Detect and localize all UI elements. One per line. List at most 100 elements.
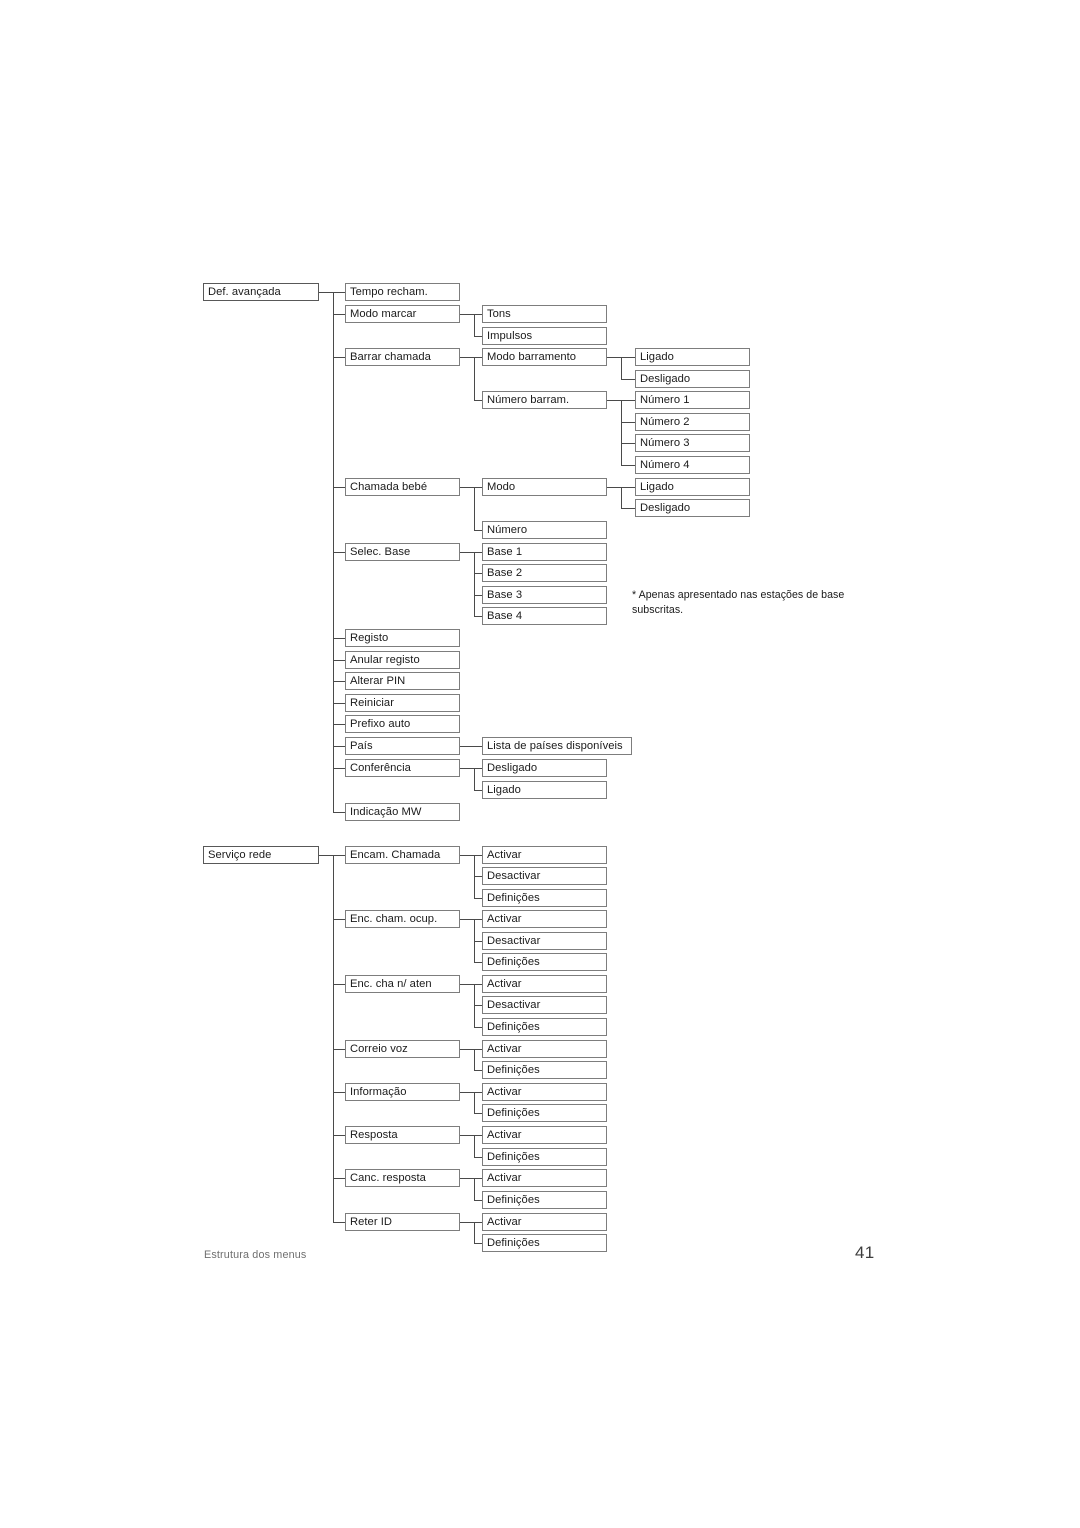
menu-node-cb-desligado: Desligado <box>635 499 750 517</box>
menu-node-numero-3: Número 3 <box>635 434 750 452</box>
menu-node-alterar-pin: Alterar PIN <box>345 672 460 690</box>
connector-horizontal <box>474 486 482 489</box>
menu-node-eco-activar: Activar <box>482 910 607 928</box>
connector-horizontal <box>333 1177 345 1180</box>
menu-node-informacao: Informação <box>345 1083 460 1101</box>
menu-node-encam-chamada: Encam. Chamada <box>345 846 460 864</box>
menu-node-ec-activar: Activar <box>482 846 607 864</box>
connector-horizontal <box>474 1004 482 1007</box>
connector-horizontal <box>474 854 482 857</box>
menu-node-eco-definicoes: Definições <box>482 953 607 971</box>
connector-horizontal <box>474 745 482 748</box>
connector-vertical <box>474 767 476 790</box>
connector-horizontal <box>460 983 474 986</box>
connector-vertical <box>474 313 476 336</box>
connector-horizontal <box>621 356 635 359</box>
menu-node-reter-id: Reter ID <box>345 1213 460 1231</box>
connector-vertical <box>474 1221 476 1243</box>
menu-node-root: Serviço rede <box>203 846 319 864</box>
connector-horizontal <box>460 1221 474 1224</box>
connector-horizontal <box>474 1177 482 1180</box>
connector-horizontal <box>474 529 482 532</box>
menu-node-base-1: Base 1 <box>482 543 607 561</box>
menu-node-registo: Registo <box>345 629 460 647</box>
menu-node-res-definicoes: Definições <box>482 1148 607 1166</box>
connector-vertical <box>474 1091 476 1113</box>
menu-node-ecn-desactivar: Desactivar <box>482 996 607 1014</box>
connector-horizontal <box>333 680 345 683</box>
menu-node-enc-cham-ocup: Enc. cham. ocup. <box>345 910 460 928</box>
menu-node-ecn-definicoes: Definições <box>482 1018 607 1036</box>
menu-node-mb-ligado: Ligado <box>635 348 750 366</box>
connector-horizontal <box>333 702 345 705</box>
connector-horizontal <box>621 378 635 381</box>
menu-node-cv-activar: Activar <box>482 1040 607 1058</box>
connector-horizontal <box>474 594 482 597</box>
connector-horizontal <box>474 1156 482 1159</box>
connector-horizontal <box>607 356 621 359</box>
menu-node-anular-registo: Anular registo <box>345 651 460 669</box>
menu-node-base-4: Base 4 <box>482 607 607 625</box>
menu-node-modo-barramento: Modo barramento <box>482 348 607 366</box>
menu-node-resposta: Resposta <box>345 1126 460 1144</box>
menu-node-base-3: Base 3 <box>482 586 607 604</box>
connector-vertical <box>474 551 476 616</box>
connector-horizontal <box>474 1242 482 1245</box>
connector-horizontal <box>474 1069 482 1072</box>
menu-node-ec-desactivar: Desactivar <box>482 867 607 885</box>
menu-node-indicacao-mw: Indicação MW <box>345 803 460 821</box>
menu-node-ri-definicoes: Definições <box>482 1234 607 1252</box>
connector-horizontal <box>474 1134 482 1137</box>
menu-node-chamada-bebe: Chamada bebé <box>345 478 460 496</box>
menu-node-cr-activar: Activar <box>482 1169 607 1187</box>
connector-horizontal <box>460 356 474 359</box>
menu-node-selec-base: Selec. Base <box>345 543 460 561</box>
connector-horizontal <box>621 421 635 424</box>
menu-node-numero-barram: Número barram. <box>482 391 607 409</box>
connector-horizontal <box>474 983 482 986</box>
connector-horizontal <box>474 1221 482 1224</box>
connector-horizontal <box>460 1177 474 1180</box>
menu-node-enc-cha-n-aten: Enc. cha n/ aten <box>345 975 460 993</box>
connector-horizontal <box>333 811 345 814</box>
connector-horizontal <box>460 1134 474 1137</box>
connector-horizontal <box>460 1048 474 1051</box>
connector-horizontal <box>460 551 474 554</box>
connector-horizontal <box>474 961 482 964</box>
connector-horizontal <box>460 767 474 770</box>
connector-horizontal <box>474 551 482 554</box>
menu-node-numero-4: Número 4 <box>635 456 750 474</box>
connector-horizontal <box>460 313 474 316</box>
connector-horizontal <box>474 572 482 575</box>
menu-node-lista-paises: Lista de países disponíveis <box>482 737 632 755</box>
footer-section-label: Estrutura dos menus <box>204 1249 307 1261</box>
connector-horizontal <box>333 551 345 554</box>
menu-node-prefixo-auto: Prefixo auto <box>345 715 460 733</box>
menu-node-numero-2: Número 2 <box>635 413 750 431</box>
connector-horizontal <box>474 356 482 359</box>
connector-horizontal <box>319 291 333 294</box>
menu-node-correio-voz: Correio voz <box>345 1040 460 1058</box>
menu-node-numero-1: Número 1 <box>635 391 750 409</box>
connector-horizontal <box>333 486 345 489</box>
menu-node-mb-desligado: Desligado <box>635 370 750 388</box>
connector-horizontal <box>621 464 635 467</box>
connector-horizontal <box>333 723 345 726</box>
connector-vertical <box>474 1048 476 1070</box>
connector-vertical <box>474 1134 476 1157</box>
menu-node-canc-resposta: Canc. resposta <box>345 1169 460 1187</box>
menu-node-barrar-chamada: Barrar chamada <box>345 348 460 366</box>
menu-node-tons: Tons <box>482 305 607 323</box>
connector-horizontal <box>474 1026 482 1029</box>
menu-node-conf-ligado: Ligado <box>482 781 607 799</box>
connector-horizontal <box>333 854 345 857</box>
menu-node-modo-marcar: Modo marcar <box>345 305 460 323</box>
menu-node-cb-ligado: Ligado <box>635 478 750 496</box>
connector-horizontal <box>460 486 474 489</box>
connector-horizontal <box>333 983 345 986</box>
connector-horizontal <box>474 789 482 792</box>
connector-horizontal <box>460 1091 474 1094</box>
menu-node-cb-modo: Modo <box>482 478 607 496</box>
connector-horizontal <box>474 918 482 921</box>
menu-node-ri-activar: Activar <box>482 1213 607 1231</box>
